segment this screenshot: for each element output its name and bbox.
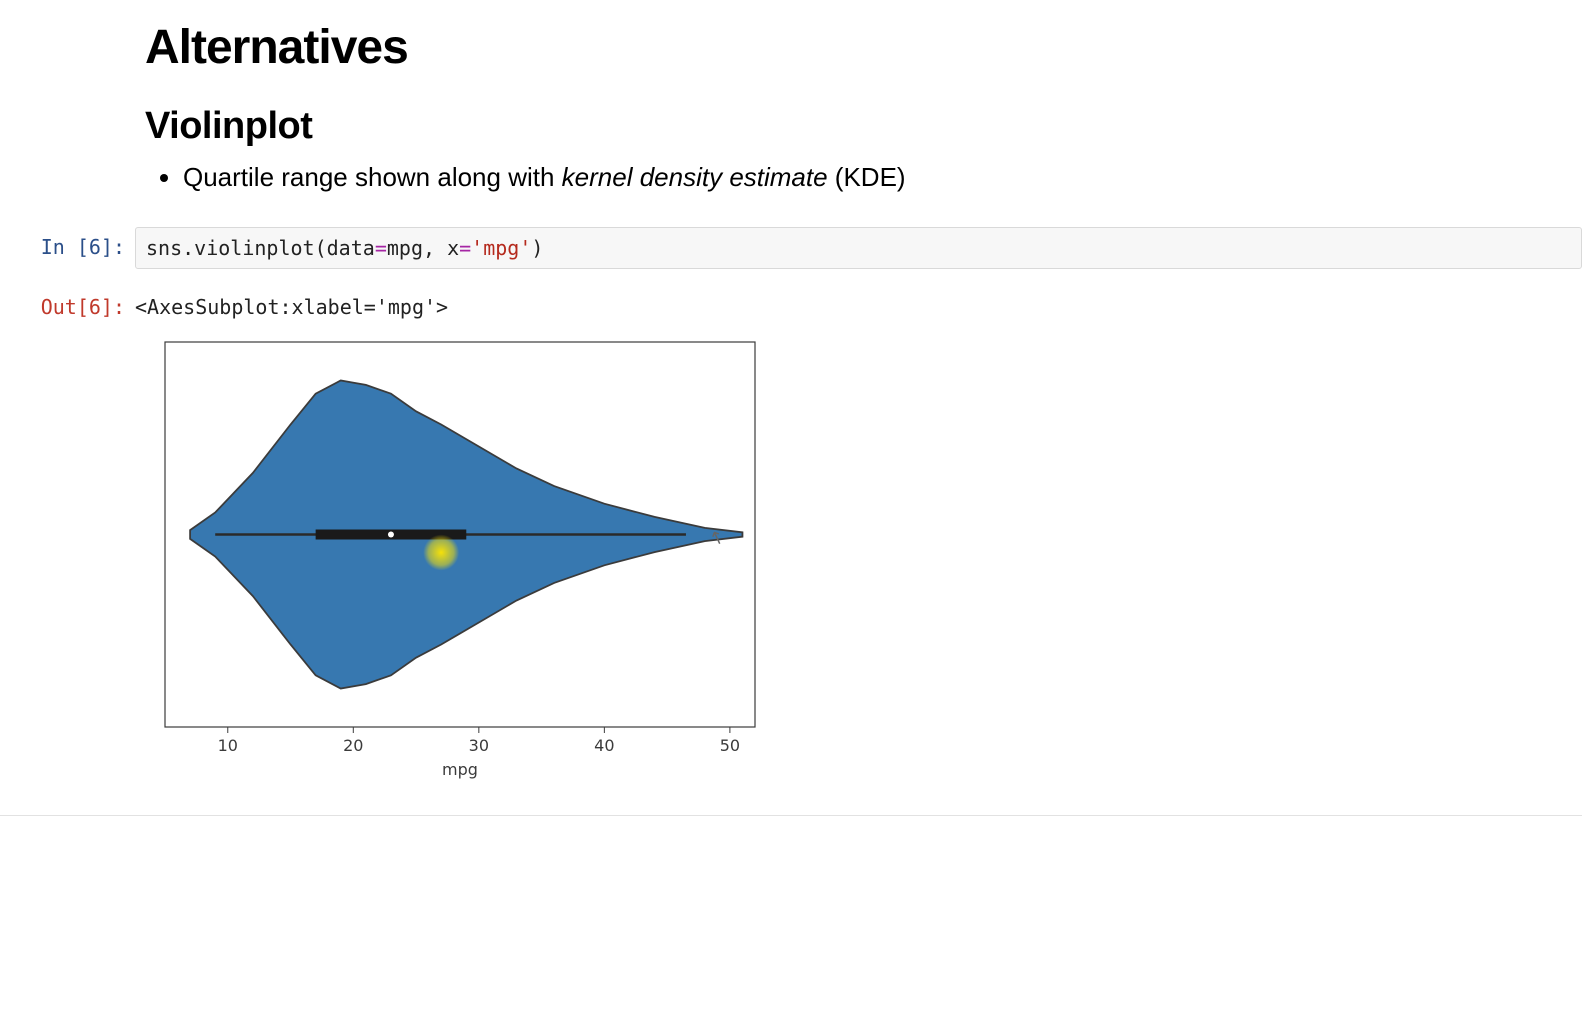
bullet-text-em: kernel density estimate xyxy=(562,162,828,192)
heading-violinplot: Violinplot xyxy=(145,105,1542,148)
divider xyxy=(0,815,1582,816)
bullet-list: Quartile range shown along with kernel d… xyxy=(163,158,1542,197)
bullet-text-post: (KDE) xyxy=(828,162,906,192)
tok: = xyxy=(375,236,387,260)
input-prompt: In [6]: xyxy=(0,227,135,259)
code-cell: In [6]: sns.violinplot(data=mpg, x='mpg'… xyxy=(0,227,1582,269)
x-axis-label: mpg xyxy=(442,760,478,779)
tok: sns xyxy=(146,236,182,260)
highlight-marker xyxy=(423,535,459,571)
output-prompt: Out[6]: xyxy=(0,287,135,319)
output-cell: Out[6]: <AxesSubplot:xlabel='mpg'> xyxy=(0,287,1582,319)
notebook-page: Alternatives Violinplot Quartile range s… xyxy=(0,20,1582,846)
median-dot xyxy=(388,532,394,538)
x-tick-label: 50 xyxy=(720,736,740,755)
tok: data xyxy=(327,236,375,260)
violin-plot: 1020304050mpg↖ xyxy=(145,337,765,787)
heading-alternatives: Alternatives xyxy=(145,20,1542,75)
tok: ) xyxy=(531,236,543,260)
output-text: <AxesSubplot:xlabel='mpg'> xyxy=(135,287,1582,319)
tok: violinplot xyxy=(194,236,314,260)
tok: ( xyxy=(315,236,327,260)
tok: . xyxy=(182,236,194,260)
tok: mpg xyxy=(387,236,423,260)
tok: = xyxy=(459,236,471,260)
tok: , xyxy=(423,236,447,260)
figure-output: 1020304050mpg↖ xyxy=(145,337,1582,787)
x-tick-label: 20 xyxy=(343,736,363,755)
tok: 'mpg' xyxy=(471,236,531,260)
markdown-cell: Alternatives Violinplot Quartile range s… xyxy=(145,20,1542,197)
x-tick-label: 10 xyxy=(218,736,238,755)
x-tick-label: 40 xyxy=(594,736,614,755)
bullet-text-pre: Quartile range shown along with xyxy=(183,162,562,192)
bullet-item: Quartile range shown along with kernel d… xyxy=(183,158,1542,197)
x-tick-label: 30 xyxy=(469,736,489,755)
code-input[interactable]: sns.violinplot(data=mpg, x='mpg') xyxy=(135,227,1582,269)
tok: x xyxy=(447,236,459,260)
